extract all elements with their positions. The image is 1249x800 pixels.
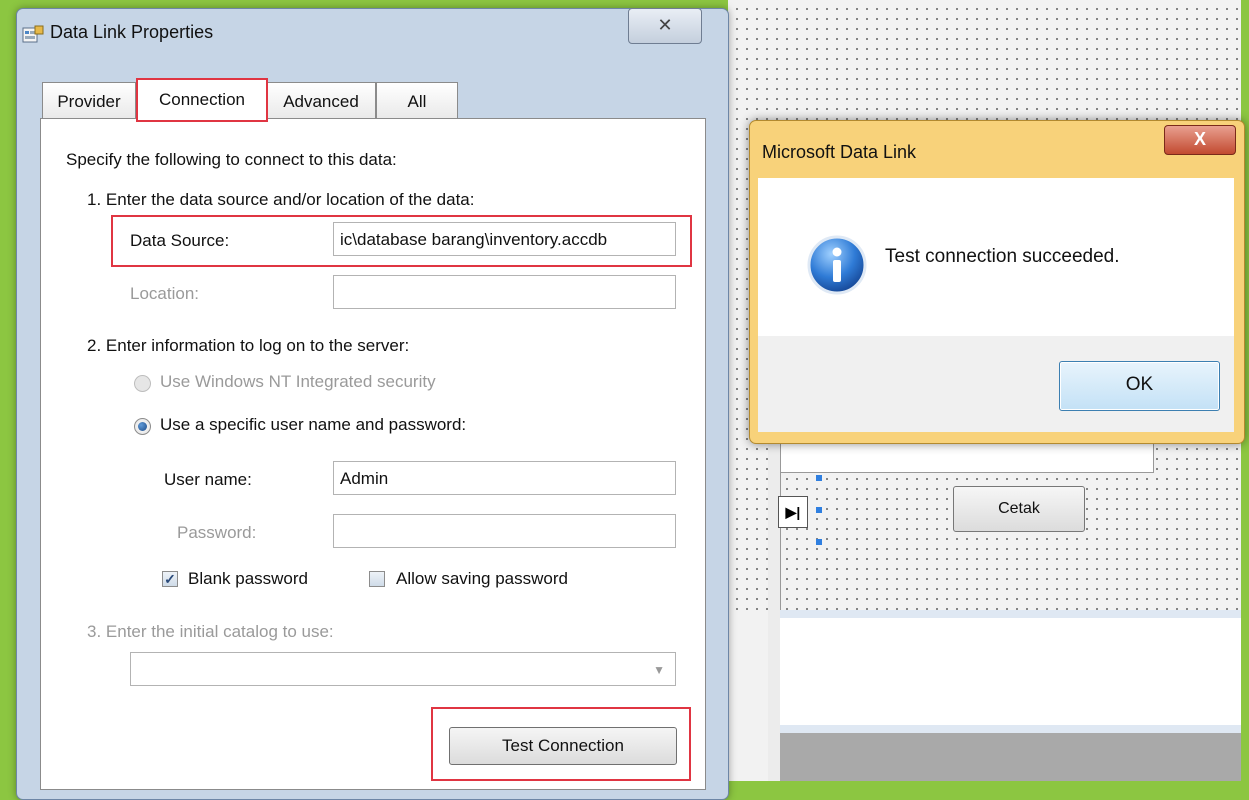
selection-handle[interactable] bbox=[816, 507, 822, 513]
message-box-close-button[interactable]: X bbox=[1164, 125, 1236, 155]
cetak-button[interactable]: Cetak bbox=[953, 486, 1085, 532]
nav-last-record-button[interactable]: ▶| bbox=[778, 496, 808, 528]
nt-security-label: Use Windows NT Integrated security bbox=[160, 372, 436, 391]
data-source-input[interactable]: ic\database barang\inventory.accdb bbox=[333, 222, 676, 256]
designer-grid-band bbox=[780, 725, 1241, 733]
data-source-label: Data Source: bbox=[130, 231, 230, 250]
data-link-icon bbox=[22, 25, 44, 43]
allow-saving-password-checkbox[interactable] bbox=[369, 571, 385, 587]
info-icon bbox=[807, 235, 867, 295]
location-label: Location: bbox=[130, 284, 199, 303]
username-input[interactable]: Admin bbox=[333, 461, 676, 495]
designer-grid-area bbox=[780, 610, 1241, 733]
username-label: User name: bbox=[164, 470, 252, 489]
selection-handle[interactable] bbox=[816, 539, 822, 545]
tab-provider[interactable]: Provider bbox=[42, 82, 136, 119]
tab-all[interactable]: All bbox=[376, 82, 458, 119]
step-2-heading: 2. Enter information to log on to the se… bbox=[87, 336, 410, 355]
password-input[interactable] bbox=[333, 514, 676, 548]
blank-password-label: Blank password bbox=[188, 569, 309, 588]
selection-handle[interactable] bbox=[816, 475, 822, 481]
dialog-close-button[interactable]: ✕ bbox=[628, 8, 702, 44]
left-green-border bbox=[0, 0, 16, 781]
designer-status-area bbox=[780, 733, 1241, 781]
test-connection-button[interactable]: Test Connection bbox=[449, 727, 677, 765]
blank-password-checkbox[interactable]: ✓ bbox=[162, 571, 178, 587]
password-label: Password: bbox=[177, 523, 257, 542]
message-box-title: Microsoft Data Link bbox=[762, 142, 917, 162]
intro-text: Specify the following to connect to this… bbox=[66, 150, 397, 169]
nt-security-radio[interactable] bbox=[134, 375, 151, 392]
tab-advanced[interactable]: Advanced bbox=[266, 82, 376, 119]
chevron-down-icon: ▼ bbox=[653, 663, 665, 677]
ok-button[interactable]: OK bbox=[1059, 361, 1220, 411]
initial-catalog-dropdown[interactable]: ▼ bbox=[130, 652, 676, 686]
step-3-heading: 3. Enter the initial catalog to use: bbox=[87, 622, 334, 641]
dialog-title: Data Link Properties bbox=[50, 22, 214, 42]
step-1-heading: 1. Enter the data source and/or location… bbox=[87, 190, 475, 209]
message-text: Test connection succeeded. bbox=[885, 246, 1120, 267]
specific-user-radio[interactable] bbox=[134, 418, 151, 435]
tab-connection[interactable]: Connection bbox=[136, 78, 268, 122]
allow-saving-password-label: Allow saving password bbox=[396, 569, 568, 588]
location-input[interactable] bbox=[333, 275, 676, 309]
specific-user-label: Use a specific user name and password: bbox=[160, 415, 467, 434]
